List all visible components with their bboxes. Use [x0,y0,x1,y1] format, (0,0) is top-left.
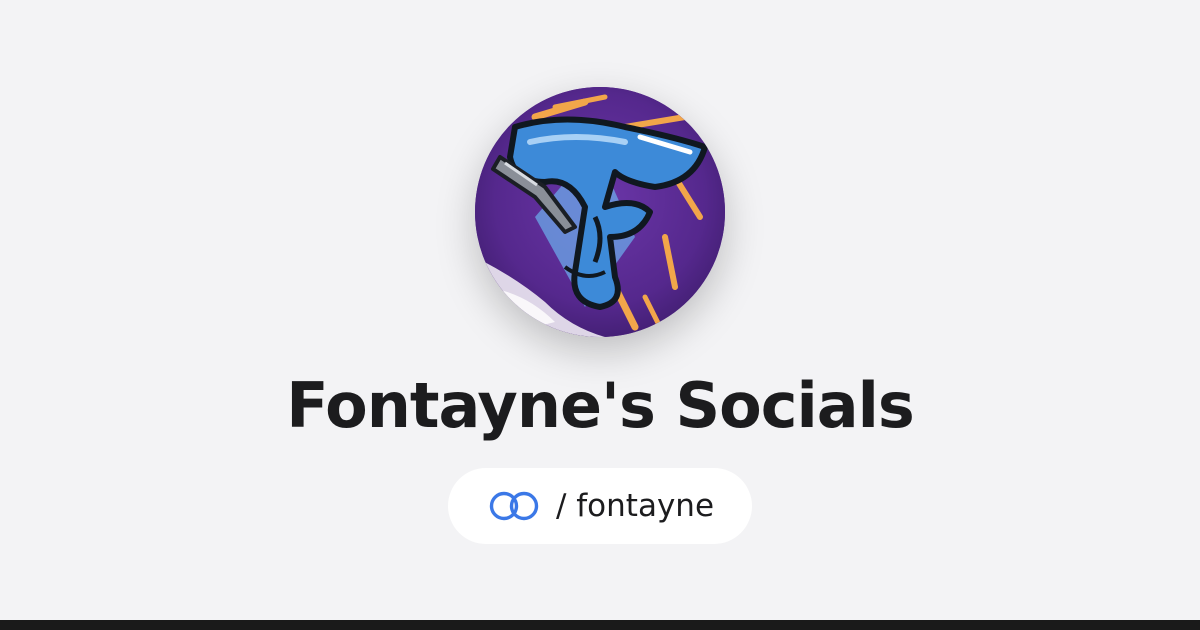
page-title: Fontayne's Socials [286,369,914,442]
handle-link[interactable]: / fontayne [448,468,752,544]
handle-label: / fontayne [555,488,715,524]
linked-rings-logo-icon [489,491,539,521]
avatar[interactable] [475,87,725,337]
share-card: Fontayne's Socials / fontayne [0,0,1200,630]
bottom-divider [0,620,1200,630]
graffiti-f-icon [475,87,725,337]
